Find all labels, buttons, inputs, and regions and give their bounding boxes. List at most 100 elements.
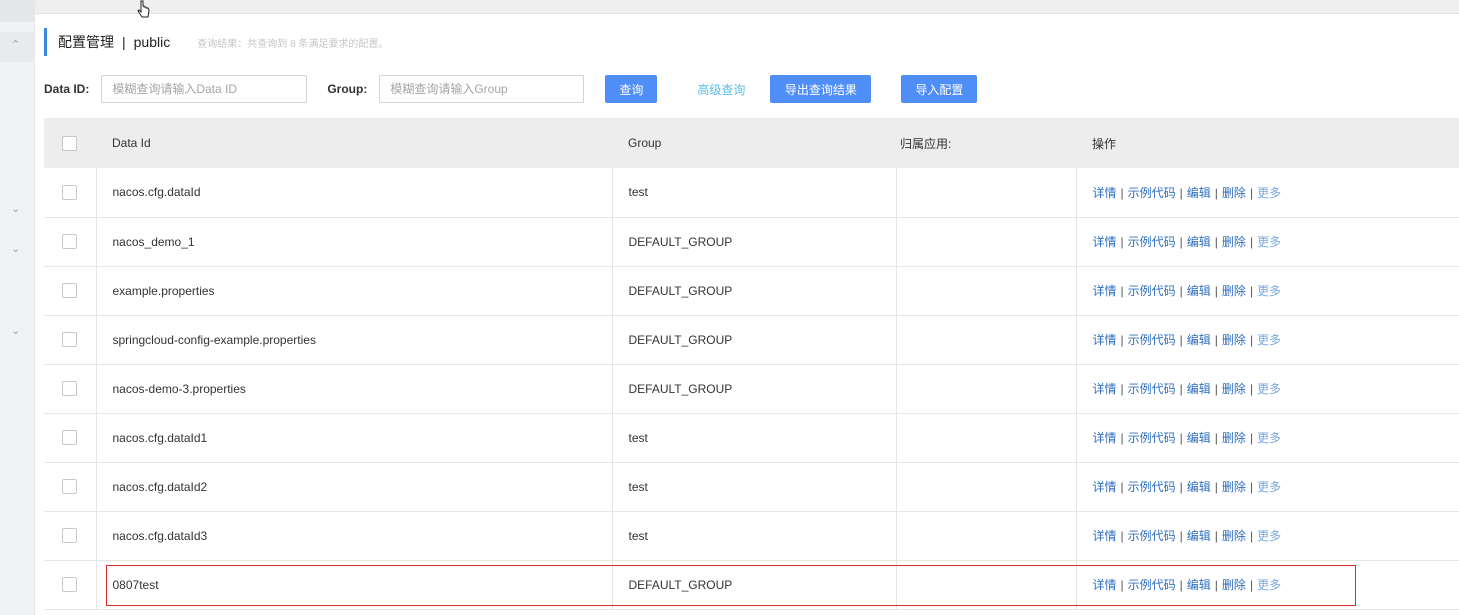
more-link[interactable]: 更多: [1257, 284, 1281, 298]
actions-cell: 详情 | 示例代码 | 编辑 | 删除 | 更多: [1076, 511, 1459, 561]
detail-link[interactable]: 详情: [1093, 431, 1117, 445]
detail-link[interactable]: 详情: [1093, 186, 1117, 200]
more-link[interactable]: 更多: [1257, 431, 1281, 445]
import-config-button[interactable]: 导入配置: [901, 75, 978, 103]
action-separator: |: [1214, 480, 1218, 494]
row-checkbox[interactable]: [62, 577, 77, 593]
detail-link[interactable]: 详情: [1093, 333, 1117, 347]
data-id-input[interactable]: [101, 75, 308, 103]
column-header-data-id[interactable]: Data Id: [96, 118, 612, 168]
delete-link[interactable]: 删除: [1222, 186, 1246, 200]
edit-link[interactable]: 编辑: [1187, 578, 1211, 592]
sample-code-link[interactable]: 示例代码: [1128, 186, 1176, 200]
sample-code-link[interactable]: 示例代码: [1128, 235, 1176, 249]
more-link[interactable]: 更多: [1257, 529, 1281, 543]
row-checkbox[interactable]: [62, 332, 77, 348]
row-select-cell: [44, 462, 97, 512]
detail-link[interactable]: 详情: [1093, 284, 1117, 298]
row-checkbox[interactable]: [62, 528, 77, 544]
actions-cell: 详情 | 示例代码 | 编辑 | 删除 | 更多: [1076, 413, 1459, 463]
title-separator: |: [122, 34, 126, 50]
action-separator: |: [1179, 480, 1183, 494]
edit-link[interactable]: 编辑: [1187, 235, 1211, 249]
delete-link[interactable]: 删除: [1222, 333, 1246, 347]
sample-code-link[interactable]: 示例代码: [1128, 382, 1176, 396]
row-select-cell: [44, 364, 97, 414]
detail-link[interactable]: 详情: [1093, 382, 1117, 396]
delete-link[interactable]: 删除: [1222, 529, 1246, 543]
more-link[interactable]: 更多: [1257, 382, 1281, 396]
advanced-query-link[interactable]: 高级查询: [697, 81, 745, 98]
action-separator: |: [1179, 529, 1183, 543]
actions-cell: 详情 | 示例代码 | 编辑 | 删除 | 更多: [1076, 462, 1459, 512]
chevron-down-icon[interactable]: ⌄: [11, 202, 20, 215]
sample-code-link[interactable]: 示例代码: [1128, 284, 1176, 298]
chevron-up-icon[interactable]: ⌃: [11, 38, 20, 51]
column-header-app: 归属应用:: [896, 118, 1076, 168]
edit-link[interactable]: 编辑: [1187, 333, 1211, 347]
action-separator: |: [1249, 235, 1254, 249]
detail-link[interactable]: 详情: [1093, 578, 1117, 592]
group-cell: DEFAULT_GROUP: [612, 217, 897, 267]
sample-code-link[interactable]: 示例代码: [1128, 578, 1176, 592]
app-cell: [896, 364, 1077, 414]
actions-cell: 详情 | 示例代码 | 编辑 | 删除 | 更多: [1076, 266, 1459, 316]
edit-link[interactable]: 编辑: [1187, 480, 1211, 494]
chevron-down-icon[interactable]: ⌄: [11, 242, 20, 255]
edit-link[interactable]: 编辑: [1187, 284, 1211, 298]
more-link[interactable]: 更多: [1257, 186, 1281, 200]
action-separator: |: [1179, 382, 1183, 396]
edit-link[interactable]: 编辑: [1187, 382, 1211, 396]
delete-link[interactable]: 删除: [1222, 235, 1246, 249]
row-checkbox[interactable]: [62, 234, 77, 250]
export-results-button[interactable]: 导出查询结果: [770, 75, 872, 103]
actions-cell: 详情 | 示例代码 | 编辑 | 删除 | 更多: [1076, 217, 1459, 267]
row-select-cell: [44, 266, 97, 316]
action-separator: |: [1120, 185, 1124, 200]
delete-link[interactable]: 删除: [1222, 480, 1246, 494]
group-cell: test: [612, 462, 897, 512]
row-checkbox[interactable]: [62, 381, 77, 397]
group-cell: test: [612, 413, 897, 463]
group-cell: DEFAULT_GROUP: [612, 315, 897, 365]
sidebar: ⌃ ⌄ ⌄ ⌄: [0, 0, 35, 615]
edit-link[interactable]: 编辑: [1187, 431, 1211, 445]
namespace-name: public: [133, 34, 171, 50]
sample-code-link[interactable]: 示例代码: [1128, 529, 1176, 543]
select-all-cell: [44, 118, 96, 168]
more-link[interactable]: 更多: [1257, 480, 1281, 494]
delete-link[interactable]: 删除: [1222, 382, 1246, 396]
select-all-checkbox[interactable]: [62, 135, 77, 151]
action-separator: |: [1179, 185, 1183, 200]
actions-cell: 详情 | 示例代码 | 编辑 | 删除 | 更多: [1076, 315, 1459, 365]
row-checkbox[interactable]: [62, 479, 77, 495]
column-header-group[interactable]: Group: [612, 118, 896, 168]
table-row: nacos.cfg.dataId2 test 详情 | 示例代码 | 编辑 | 删除 | 更多: [44, 462, 1459, 512]
delete-link[interactable]: 删除: [1222, 578, 1246, 592]
chevron-down-icon[interactable]: ⌄: [11, 324, 20, 337]
more-link[interactable]: 更多: [1257, 235, 1281, 249]
sample-code-link[interactable]: 示例代码: [1128, 333, 1176, 347]
row-checkbox[interactable]: [62, 430, 77, 446]
sample-code-link[interactable]: 示例代码: [1128, 480, 1176, 494]
action-separator: |: [1120, 382, 1124, 396]
detail-link[interactable]: 详情: [1093, 235, 1117, 249]
detail-link[interactable]: 详情: [1093, 480, 1117, 494]
query-button[interactable]: 查询: [605, 75, 658, 103]
edit-link[interactable]: 编辑: [1187, 529, 1211, 543]
sample-code-link[interactable]: 示例代码: [1128, 431, 1176, 445]
detail-link[interactable]: 详情: [1093, 529, 1117, 543]
row-checkbox[interactable]: [62, 184, 77, 200]
edit-link[interactable]: 编辑: [1187, 186, 1211, 200]
action-separator: |: [1249, 529, 1254, 543]
more-link[interactable]: 更多: [1257, 333, 1281, 347]
search-bar: Data ID: Group: 查询 高级查询 导出查询结果 导入配置: [44, 75, 978, 103]
row-select-cell: [44, 413, 97, 463]
delete-link[interactable]: 删除: [1222, 431, 1246, 445]
delete-link[interactable]: 删除: [1222, 284, 1246, 298]
more-link[interactable]: 更多: [1257, 578, 1281, 592]
group-input[interactable]: [379, 75, 585, 103]
data-id-cell: 0807test: [96, 560, 613, 610]
table-row: nacos.cfg.dataId1 test 详情 | 示例代码 | 编辑 | 删除 | 更多: [44, 413, 1459, 463]
row-checkbox[interactable]: [62, 283, 77, 299]
